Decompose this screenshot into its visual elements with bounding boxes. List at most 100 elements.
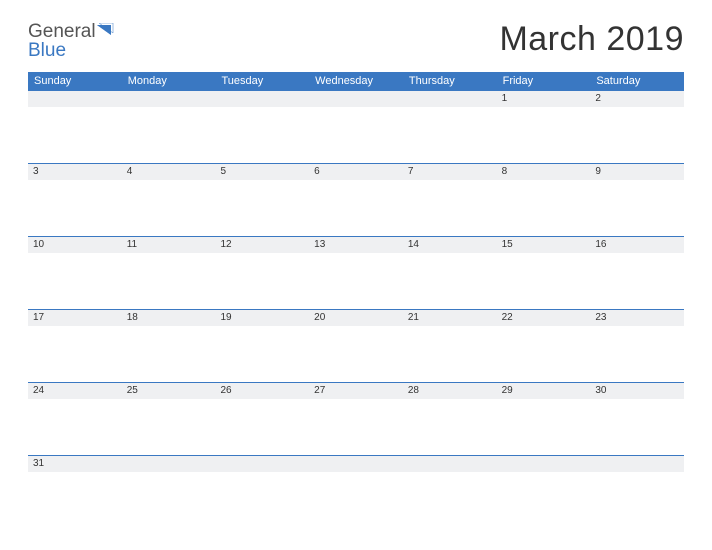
day-number (403, 456, 497, 472)
day-number: 14 (403, 237, 497, 253)
day-body (403, 180, 497, 236)
day-number: 25 (122, 383, 216, 399)
day-header-sunday: Sunday (28, 72, 122, 90)
day-number (122, 456, 216, 472)
day-body (215, 107, 309, 163)
day-number: 15 (497, 237, 591, 253)
day-body (122, 253, 216, 309)
day-cell (28, 91, 122, 163)
day-body (309, 472, 403, 496)
day-number: 20 (309, 310, 403, 326)
day-number (309, 91, 403, 107)
day-number: 12 (215, 237, 309, 253)
day-cell (309, 456, 403, 496)
day-number: 10 (28, 237, 122, 253)
day-body (403, 326, 497, 382)
day-number (215, 456, 309, 472)
day-body (28, 399, 122, 455)
day-body (215, 253, 309, 309)
week-row: 31 (28, 455, 684, 496)
day-body (590, 326, 684, 382)
day-cell: 10 (28, 237, 122, 309)
day-number: 4 (122, 164, 216, 180)
day-body (28, 472, 122, 496)
day-body (122, 180, 216, 236)
day-cell: 6 (309, 164, 403, 236)
day-cell: 16 (590, 237, 684, 309)
day-header-tuesday: Tuesday (215, 72, 309, 90)
day-body (122, 399, 216, 455)
week-row: 3456789 (28, 163, 684, 236)
day-number: 21 (403, 310, 497, 326)
day-body (28, 326, 122, 382)
day-cell: 15 (497, 237, 591, 309)
day-number (309, 456, 403, 472)
day-cell: 17 (28, 310, 122, 382)
day-cell: 31 (28, 456, 122, 496)
day-number (28, 91, 122, 107)
day-cell (403, 456, 497, 496)
day-cell (497, 456, 591, 496)
day-body (215, 326, 309, 382)
day-number: 19 (215, 310, 309, 326)
day-body (497, 180, 591, 236)
week-row: 12 (28, 90, 684, 163)
day-header-thursday: Thursday (403, 72, 497, 90)
day-number: 2 (590, 91, 684, 107)
day-number: 16 (590, 237, 684, 253)
day-header-wednesday: Wednesday (309, 72, 403, 90)
brand-flag-icon (97, 22, 115, 41)
day-cell: 12 (215, 237, 309, 309)
brand-word-general: General (28, 21, 96, 42)
day-body (122, 326, 216, 382)
day-cell: 27 (309, 383, 403, 455)
day-number: 7 (403, 164, 497, 180)
day-cell: 22 (497, 310, 591, 382)
day-cell: 14 (403, 237, 497, 309)
day-cell: 23 (590, 310, 684, 382)
day-number: 13 (309, 237, 403, 253)
calendar-page: General Blue March 2019 Sunday Monday Tu… (0, 0, 712, 516)
day-number: 5 (215, 164, 309, 180)
day-number: 22 (497, 310, 591, 326)
day-cell: 24 (28, 383, 122, 455)
day-cell (215, 91, 309, 163)
day-body (309, 107, 403, 163)
day-body (590, 107, 684, 163)
day-number: 31 (28, 456, 122, 472)
day-cell (122, 456, 216, 496)
day-cell: 26 (215, 383, 309, 455)
day-cell: 4 (122, 164, 216, 236)
day-body (590, 472, 684, 496)
day-body (497, 472, 591, 496)
day-cell: 29 (497, 383, 591, 455)
day-number: 28 (403, 383, 497, 399)
day-number: 23 (590, 310, 684, 326)
day-number: 17 (28, 310, 122, 326)
day-body (497, 326, 591, 382)
week-row: 24252627282930 (28, 382, 684, 455)
day-cell: 21 (403, 310, 497, 382)
day-body (122, 472, 216, 496)
day-number: 27 (309, 383, 403, 399)
day-cell: 2 (590, 91, 684, 163)
week-row: 10111213141516 (28, 236, 684, 309)
day-body (403, 399, 497, 455)
day-number (403, 91, 497, 107)
day-cell: 25 (122, 383, 216, 455)
day-number: 24 (28, 383, 122, 399)
day-cell (590, 456, 684, 496)
day-number: 8 (497, 164, 591, 180)
day-body (28, 180, 122, 236)
brand-word-blue: Blue (28, 40, 66, 61)
day-body (497, 399, 591, 455)
day-body (403, 253, 497, 309)
day-cell: 3 (28, 164, 122, 236)
brand-text: General Blue (28, 22, 115, 60)
day-cell: 5 (215, 164, 309, 236)
day-body (215, 472, 309, 496)
calendar-grid: Sunday Monday Tuesday Wednesday Thursday… (28, 72, 684, 496)
day-body (309, 253, 403, 309)
day-body (122, 107, 216, 163)
day-header-monday: Monday (122, 72, 216, 90)
